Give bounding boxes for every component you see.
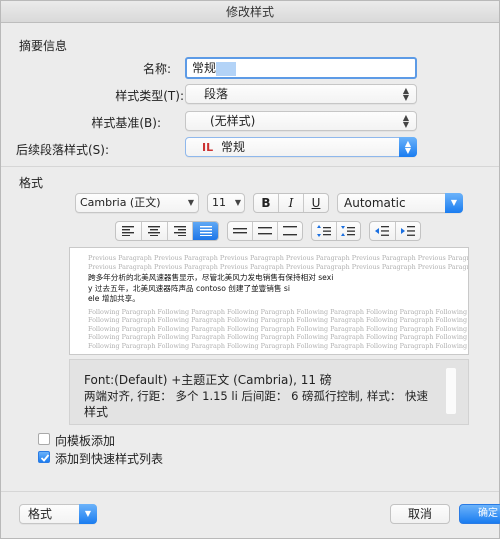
modify-style-dialog: 修改样式 摘要信息 名称: 常规 样式类型(T): 段落 ▲ ▼ 样式基准(B):… [0, 0, 500, 539]
based-on-label: 样式基准(B): [91, 116, 161, 130]
font-size-combo[interactable]: 11 ▼ [207, 193, 245, 213]
font-color-value: Automatic [344, 196, 406, 210]
next-style-value: 常规 [220, 140, 245, 154]
dropdown-arrow-icon: ▼ [234, 198, 241, 207]
justify-icon [199, 226, 212, 236]
paragraph-style-icon: IL [202, 141, 214, 154]
bold-button[interactable]: B [254, 194, 279, 212]
justify-button[interactable] [193, 222, 218, 240]
based-on-value: (无样式) [210, 114, 256, 128]
italic-button[interactable]: I [279, 194, 304, 212]
one-half-spacing-icon [258, 227, 272, 235]
font-style-buttons: B I U [253, 193, 329, 213]
following-paragraph-text: Following Paragraph Following Paragraph … [88, 307, 469, 316]
text-selection [216, 61, 237, 76]
dropdown-arrow-icon: ▼ [445, 193, 463, 213]
increase-spacing-button[interactable] [312, 222, 337, 240]
single-spacing-button[interactable] [228, 222, 253, 240]
single-spacing-icon [233, 228, 247, 234]
style-type-value: 段落 [204, 87, 229, 101]
align-right-icon [173, 226, 186, 236]
double-spacing-icon [283, 226, 297, 236]
dropdown-arrow-icon: ▼ [79, 504, 97, 524]
previous-paragraph-text: Previous Paragraph Previous Paragraph Pr… [88, 254, 469, 262]
following-paragraph-text: Following Paragraph Following Paragraph … [88, 341, 469, 350]
add-to-quick-styles-checkbox[interactable] [38, 451, 50, 463]
name-label: 名称: [142, 62, 171, 76]
font-name-value: Cambria (正文) [80, 196, 161, 209]
updown-arrows-icon: ▲ ▼ [399, 137, 417, 157]
updown-arrows-icon: ▲ ▼ [402, 113, 410, 129]
description-line: Font:(Default) +主题正文 (Cambria), 11 磅 [84, 373, 332, 387]
next-style-label: 后续段落样式(S): [15, 143, 109, 157]
line-spacing-buttons [227, 221, 303, 241]
font-size-value: 11 [212, 196, 226, 209]
window-title: 修改样式 [1, 1, 499, 23]
decrease-indent-button[interactable] [370, 222, 396, 240]
style-type-popup[interactable]: 段落 ▲ ▼ [185, 84, 417, 104]
style-preview: Previous Paragraph Previous Paragraph Pr… [69, 247, 469, 355]
summary-section-label: 摘要信息 [19, 39, 68, 53]
format-menu-label: 格式 [28, 507, 53, 521]
align-left-button[interactable] [116, 222, 142, 240]
next-style-popup[interactable]: IL 常规 ▲ ▼ [185, 137, 417, 157]
decrease-spacing-icon [341, 226, 356, 236]
format-menu-button[interactable]: 格式 ▼ [19, 504, 97, 524]
based-on-popup[interactable]: (无样式) ▲ ▼ [185, 111, 417, 131]
format-section-label: 格式 [19, 176, 44, 190]
align-center-button[interactable] [142, 222, 168, 240]
paragraph-spacing-buttons [311, 221, 361, 241]
sample-text-line: y 过去五年，北美风速器阵声品 contoso 创建了並豐销售 si [88, 283, 290, 293]
font-name-combo[interactable]: Cambria (正文) ▼ [75, 193, 199, 213]
following-paragraph-text: Following Paragraph Following Paragraph … [88, 333, 469, 341]
footer-divider [1, 491, 499, 492]
double-spacing-button[interactable] [278, 222, 302, 240]
style-description: Font:(Default) +主题正文 (Cambria), 11 磅 两端对… [69, 359, 469, 425]
underline-button[interactable]: U [304, 194, 328, 212]
decrease-spacing-button[interactable] [337, 222, 361, 240]
one-half-spacing-button[interactable] [253, 222, 278, 240]
style-type-label: 样式类型(T): [115, 89, 184, 103]
align-right-button[interactable] [168, 222, 194, 240]
increase-spacing-icon [316, 225, 331, 237]
add-to-template-label: 向模板添加 [55, 434, 116, 448]
cancel-button[interactable]: 取消 [390, 504, 450, 524]
decrease-indent-icon [375, 226, 390, 236]
font-color-popup[interactable]: Automatic ▼ [337, 193, 463, 213]
description-line: 样式 [84, 405, 109, 419]
checkmark-icon [40, 454, 50, 462]
following-paragraph-text: Following Paragraph Following Paragraph … [88, 324, 469, 333]
add-to-quick-styles-label: 添加到快速样式列表 [55, 452, 164, 466]
name-field[interactable]: 常规 [185, 57, 417, 79]
following-paragraph-text: Following Paragraph Following Paragraph … [88, 316, 469, 324]
alignment-buttons [115, 221, 219, 241]
ok-button[interactable]: 确定 [459, 504, 500, 524]
sample-text-line: 跨多年分析的北美风速器售显示，尽管北美风力发电销售有保持相对 sexi [88, 273, 334, 282]
dropdown-arrow-icon: ▼ [187, 198, 194, 207]
previous-paragraph-text: Previous Paragraph Previous Paragraph Pr… [88, 262, 469, 271]
name-field-value: 常规 [192, 61, 217, 75]
scrollbar[interactable] [446, 368, 456, 414]
updown-arrows-icon: ▲ ▼ [402, 86, 410, 102]
increase-indent-icon [400, 226, 415, 236]
description-line: 两端对齐, 行距： 多个 1.15 li 后间距： 6 磅孤行控制, 样式： 快… [84, 389, 429, 403]
align-left-icon [122, 226, 135, 236]
sample-text-line: ele 增加共享。 [88, 294, 140, 303]
align-center-icon [148, 226, 161, 236]
add-to-template-checkbox[interactable] [38, 433, 50, 445]
section-divider [1, 166, 499, 167]
indent-buttons [369, 221, 421, 241]
increase-indent-button[interactable] [396, 222, 421, 240]
